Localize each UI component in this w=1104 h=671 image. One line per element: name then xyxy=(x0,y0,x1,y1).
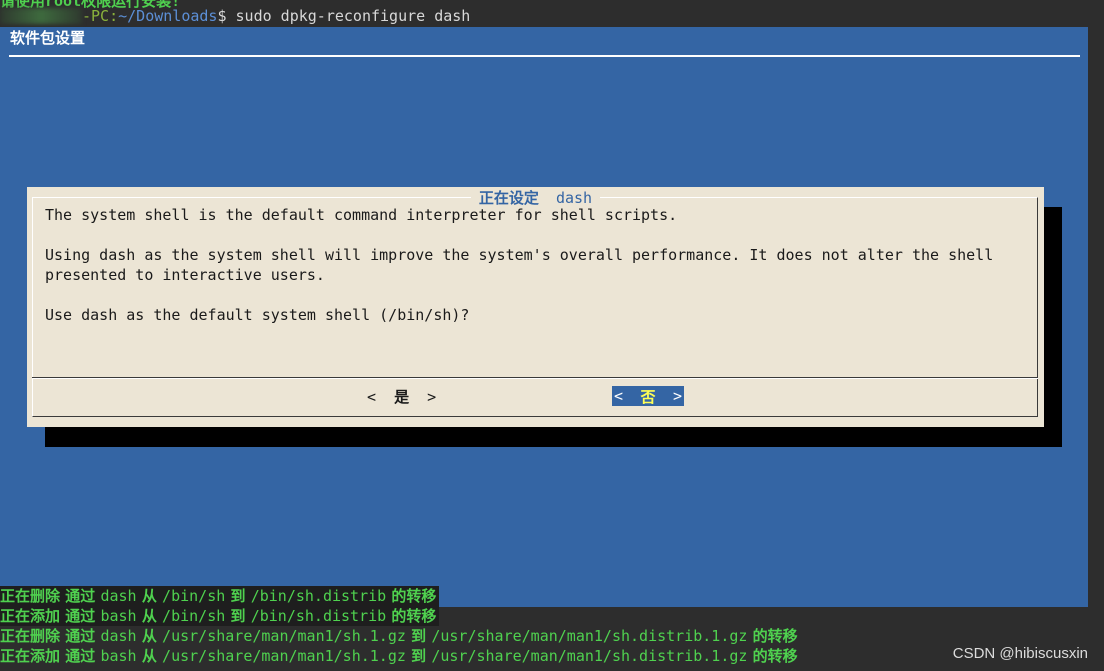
output-verb: 正在删除 xyxy=(0,627,61,645)
no-button[interactable]: < 否 > xyxy=(612,386,684,406)
terminal-bottom-strip xyxy=(0,666,1104,671)
output-from: 从 xyxy=(136,587,163,605)
output-verb: 正在添加 xyxy=(0,607,61,625)
screen: 请使用root权限运行安装! -PC:~/Downloads$ sudo dpk… xyxy=(0,0,1104,671)
no-button-right-bracket: > xyxy=(672,387,682,405)
message-line: presented to interactive users. xyxy=(45,266,325,284)
terminal-output-line: 正在添加 通过 bash 从 /usr/share/man/man1/sh.1.… xyxy=(0,646,798,666)
terminal-top-line: 请使用root权限运行安装! -PC:~/Downloads$ sudo dpk… xyxy=(0,0,1104,27)
output-suffix: 的转移 xyxy=(747,647,798,665)
terminal-output-line: 正在删除 通过 dash 从 /bin/sh 到 /bin/sh.distrib… xyxy=(0,586,440,606)
output-source-path: /usr/share/man/man1/sh.1.gz xyxy=(162,627,406,645)
dialog-title-package: dash xyxy=(551,189,597,207)
output-verb: 正在添加 xyxy=(0,647,61,665)
output-from: 从 xyxy=(136,647,163,665)
no-button-label: 否 xyxy=(640,387,656,406)
output-verb: 正在删除 xyxy=(0,587,61,605)
output-via: 通过 xyxy=(60,587,101,605)
output-via: 通过 xyxy=(60,647,101,665)
prompt-symbol: $ xyxy=(217,7,227,25)
shell-prompt: -PC:~/Downloads$ sudo dpkg-reconfigure d… xyxy=(0,7,470,25)
output-to: 到 xyxy=(225,607,251,625)
output-target-path: /bin/sh.distrib xyxy=(250,607,387,625)
redacted-username xyxy=(0,8,82,24)
terminal-output-line: 正在删除 通过 dash 从 /usr/share/man/man1/sh.1.… xyxy=(0,626,798,646)
yes-button-left-bracket: < xyxy=(367,388,377,406)
command-text: sudo dpkg-reconfigure dash xyxy=(235,7,471,25)
yes-button[interactable]: < 是 > xyxy=(367,386,436,407)
yes-button-right-bracket: > xyxy=(427,388,437,406)
output-package: dash xyxy=(100,587,137,605)
output-package: dash xyxy=(100,627,137,645)
backdrop-title-rule xyxy=(9,55,1080,57)
dialog-title-text: 正在设定 xyxy=(474,189,543,207)
output-to: 到 xyxy=(405,627,432,645)
yes-button-label: 是 xyxy=(394,388,410,406)
output-target-path: /usr/share/man/man1/sh.distrib.1.gz xyxy=(431,627,748,645)
output-from: 从 xyxy=(136,607,163,625)
dialog-title: 正在设定 dash xyxy=(27,187,1044,208)
output-package: bash xyxy=(100,607,137,625)
dialog-divider-highlight xyxy=(32,378,1038,379)
no-button-left-bracket: < xyxy=(614,387,624,405)
output-suffix: 的转移 xyxy=(386,587,437,605)
backdrop-title: 软件包设置 xyxy=(10,29,86,47)
output-source-path: /bin/sh xyxy=(162,607,226,625)
output-to: 到 xyxy=(225,587,251,605)
watermark: CSDN @hibiscusxin xyxy=(952,645,1088,662)
output-suffix: 的转移 xyxy=(747,627,798,645)
output-from: 从 xyxy=(136,627,163,645)
output-target-path: /usr/share/man/man1/sh.distrib.1.gz xyxy=(431,647,748,665)
output-to: 到 xyxy=(405,647,432,665)
output-source-path: /bin/sh xyxy=(162,587,226,605)
config-dialog: 正在设定 dash The system shell is the defaul… xyxy=(27,187,1044,427)
message-question: Use dash as the default system shell (/b… xyxy=(45,306,470,324)
message-line: Using dash as the system shell will impr… xyxy=(45,246,994,264)
output-via: 通过 xyxy=(60,627,101,645)
output-via: 通过 xyxy=(60,607,101,625)
prompt-path: ~/Downloads xyxy=(118,7,218,25)
output-source-path: /usr/share/man/man1/sh.1.gz xyxy=(162,647,406,665)
output-target-path: /bin/sh.distrib xyxy=(250,587,387,605)
message-line: The system shell is the default command … xyxy=(45,206,678,224)
prompt-host: -PC: xyxy=(82,7,119,25)
output-package: bash xyxy=(100,647,137,665)
output-suffix: 的转移 xyxy=(386,607,437,625)
terminal-output-line: 正在添加 通过 bash 从 /bin/sh 到 /bin/sh.distrib… xyxy=(0,606,440,626)
